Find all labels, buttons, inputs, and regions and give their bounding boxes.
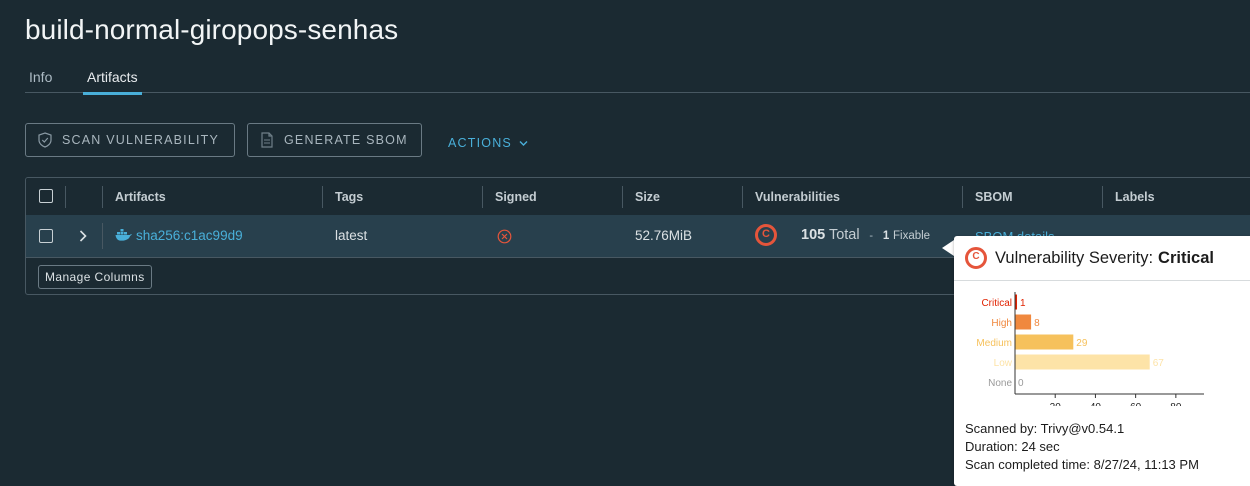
category-label-none: None [988,378,1012,389]
vulnerability-summary[interactable]: 105 Total - 1 Fixable [801,227,930,243]
popover-title-value: Critical [1158,248,1214,267]
popover-divider [954,280,1250,281]
artifact-size: 52.76MiB [635,228,693,243]
category-label-medium: Medium [976,338,1012,349]
category-label-critical: Critical [981,298,1012,309]
column-header-labels[interactable]: Labels [1115,190,1155,204]
page-title: build-normal-giropops-senhas [25,14,399,45]
artifact-digest-link[interactable]: sha256:c1ac99d9 [136,228,243,243]
vulnerability-severity-popover: C Vulnerability Severity: Critical Criti… [954,236,1250,486]
select-all-checkbox[interactable] [39,189,53,203]
vuln-fixable-count: 1 [882,230,890,242]
vuln-dash: - [869,230,874,242]
value-label-low: 67 [1153,358,1165,369]
category-label-high: High [991,318,1012,329]
chevron-down-icon [519,141,528,146]
x-tick-label-80: 80 [1170,402,1182,406]
bar-high [1015,314,1032,330]
column-header-tags[interactable]: Tags [335,190,363,204]
tab-bar: Info Artifacts [25,66,1250,95]
scanned-by: Scanned by: Trivy@v0.54.1 [965,421,1125,436]
generate-sbom-button[interactable]: GENERATE SBOM [247,123,422,157]
tab-artifacts[interactable]: Artifacts [83,69,142,95]
critical-severity-icon: C [965,247,987,269]
unsigned-icon [497,229,512,244]
scan-completed-time: Scan completed time: 8/27/24, 11:13 PM [965,457,1199,472]
severity-bar-chart: Critical 1 High 8 Medium 29 Low 67 None 0 20 40 60 80 [976,292,1204,406]
x-tick-label-40: 40 [1090,402,1102,406]
scan-duration: Duration: 24 sec [965,439,1060,454]
tab-info[interactable]: Info [29,69,52,85]
vuln-total-count: 105 [801,227,826,243]
column-header-vulnerabilities[interactable]: Vulnerabilities [755,190,840,204]
popover-arrow [942,240,954,256]
column-header-size[interactable]: Size [635,190,660,204]
value-label-medium: 29 [1076,338,1088,349]
x-tick-label-60: 60 [1130,402,1142,406]
value-label-none: 0 [1018,378,1024,389]
value-label-high: 8 [1034,318,1040,329]
artifact-tag: latest [335,228,368,243]
actions-dropdown[interactable]: ACTIONS [448,136,528,150]
bar-medium [1015,334,1074,350]
value-label-critical: 1 [1020,298,1026,309]
x-tick-label-20: 20 [1050,402,1062,406]
critical-severity-icon[interactable]: C [755,224,777,246]
column-header-sbom[interactable]: SBOM [975,190,1013,204]
vuln-total-label: Total [828,227,860,243]
docker-icon [115,229,132,241]
grid-header: Artifacts Tags Signed Size Vulnerabiliti… [26,178,1250,216]
bar-low [1015,354,1150,370]
popover-title: C Vulnerability Severity: Critical [965,247,1214,269]
generate-sbom-label: GENERATE SBOM [284,133,408,147]
column-header-artifacts[interactable]: Artifacts [115,190,166,204]
column-header-signed[interactable]: Signed [495,190,537,204]
vuln-fixable-label: Fixable [892,230,931,242]
row-checkbox[interactable] [39,229,53,243]
document-icon [261,132,273,148]
scan-vulnerability-button[interactable]: SCAN VULNERABILITY [25,123,235,157]
chevron-right-icon[interactable] [79,230,87,242]
actions-label: ACTIONS [448,136,512,150]
manage-columns-button[interactable]: Manage Columns [38,265,152,289]
category-label-low: Low [994,358,1013,369]
scan-vulnerability-label: SCAN VULNERABILITY [62,133,220,147]
shield-icon [38,132,52,148]
popover-title-prefix: Vulnerability Severity: [995,248,1154,267]
